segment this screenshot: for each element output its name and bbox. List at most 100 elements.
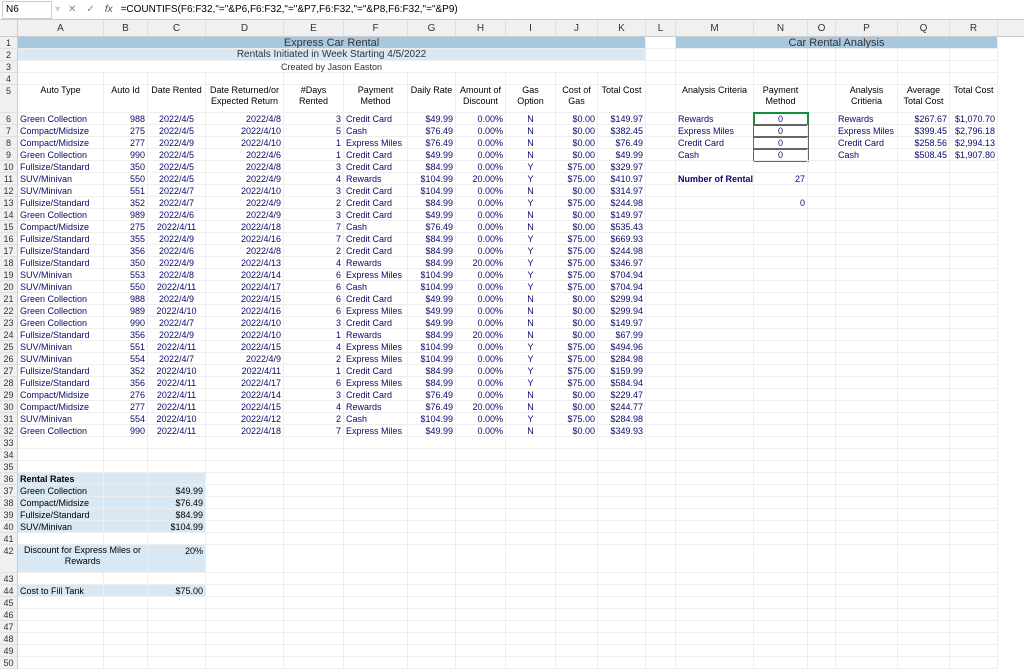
cell[interactable]: 554 <box>104 413 148 425</box>
cell[interactable]: $75.00 <box>556 353 598 365</box>
cell[interactable]: SUV/Minivan <box>18 269 104 281</box>
cell[interactable] <box>148 645 206 657</box>
cell[interactable]: 275 <box>104 221 148 233</box>
cell[interactable] <box>754 449 808 461</box>
cell[interactable] <box>344 449 408 461</box>
cell[interactable] <box>598 509 646 521</box>
cell[interactable]: 0.00% <box>456 305 506 317</box>
cell[interactable] <box>456 473 506 485</box>
cell[interactable] <box>754 485 808 497</box>
cell[interactable] <box>206 533 284 545</box>
row-header[interactable]: 23 <box>0 317 18 329</box>
cell[interactable] <box>836 413 898 425</box>
cell[interactable]: 2022/4/5 <box>148 113 206 125</box>
cell[interactable]: $267.67 <box>898 113 950 125</box>
cell[interactable] <box>646 609 676 621</box>
cell[interactable] <box>408 509 456 521</box>
cell[interactable] <box>754 49 808 61</box>
cell[interactable] <box>18 609 104 621</box>
cell[interactable] <box>754 305 808 317</box>
cell[interactable] <box>950 401 998 413</box>
cell[interactable] <box>556 437 598 449</box>
cell[interactable] <box>344 609 408 621</box>
cell[interactable] <box>950 317 998 329</box>
cell[interactable] <box>646 161 676 173</box>
cell[interactable]: Fullsize/Standard <box>18 245 104 257</box>
cell[interactable]: Credit Card <box>344 149 408 161</box>
cell[interactable] <box>104 585 148 597</box>
cell[interactable]: 20.00% <box>456 329 506 341</box>
row-header[interactable]: 41 <box>0 533 18 545</box>
cell[interactable] <box>950 533 998 545</box>
cell[interactable]: 3 <box>284 161 344 173</box>
cell[interactable] <box>598 621 646 633</box>
cell[interactable] <box>754 209 808 221</box>
cell[interactable] <box>206 657 284 669</box>
cell[interactable] <box>676 49 754 61</box>
cell[interactable]: Credit Card <box>836 137 898 149</box>
cell[interactable]: 20.00% <box>456 401 506 413</box>
cell[interactable] <box>836 461 898 473</box>
cell[interactable] <box>836 633 898 645</box>
cell[interactable] <box>836 377 898 389</box>
cell[interactable]: 0 <box>754 137 808 149</box>
name-box-dropdown[interactable]: ▾ <box>55 4 60 15</box>
cell[interactable] <box>556 645 598 657</box>
cell[interactable] <box>556 597 598 609</box>
cell[interactable] <box>676 329 754 341</box>
cell[interactable]: 2022/4/9 <box>148 293 206 305</box>
cell[interactable] <box>284 497 344 509</box>
cell[interactable]: 7 <box>284 425 344 437</box>
cell[interactable] <box>836 437 898 449</box>
cell[interactable] <box>676 305 754 317</box>
cell[interactable] <box>676 341 754 353</box>
cell[interactable]: $84.99 <box>148 509 206 521</box>
cell[interactable] <box>676 633 754 645</box>
cell[interactable]: 990 <box>104 149 148 161</box>
cell[interactable] <box>898 197 950 209</box>
cell[interactable] <box>950 545 998 573</box>
cell[interactable]: $0.00 <box>556 389 598 401</box>
cell[interactable] <box>754 425 808 437</box>
cell[interactable]: 1 <box>284 329 344 341</box>
cell[interactable]: Y <box>506 269 556 281</box>
col-header[interactable]: J <box>556 20 598 36</box>
cell[interactable]: Y <box>506 377 556 389</box>
cell[interactable] <box>148 437 206 449</box>
cell[interactable]: 20% <box>148 545 206 573</box>
cell[interactable]: $284.98 <box>598 413 646 425</box>
cell[interactable]: Fullsize/Standard <box>18 509 104 521</box>
cell[interactable]: 2022/4/10 <box>206 137 284 149</box>
cell[interactable]: Credit Card <box>344 317 408 329</box>
cell[interactable]: $75.00 <box>556 245 598 257</box>
sheet-title[interactable]: Express Car Rental <box>18 37 646 49</box>
cell[interactable] <box>808 341 836 353</box>
cell[interactable] <box>898 173 950 185</box>
cell[interactable] <box>808 245 836 257</box>
cell[interactable]: $76.49 <box>148 497 206 509</box>
row-header[interactable]: 38 <box>0 497 18 509</box>
cell[interactable]: 2022/4/5 <box>148 173 206 185</box>
cell[interactable] <box>898 473 950 485</box>
row-header[interactable]: 32 <box>0 425 18 437</box>
cell[interactable]: $75.00 <box>556 413 598 425</box>
cell[interactable]: 4 <box>284 173 344 185</box>
cell[interactable] <box>408 485 456 497</box>
row-header[interactable]: 48 <box>0 633 18 645</box>
cell[interactable]: 1 <box>284 137 344 149</box>
cell[interactable] <box>754 461 808 473</box>
cell[interactable]: $704.94 <box>598 269 646 281</box>
cell[interactable] <box>950 585 998 597</box>
cell[interactable]: $508.45 <box>898 149 950 161</box>
cell[interactable]: 356 <box>104 329 148 341</box>
cell[interactable] <box>808 113 836 125</box>
cell[interactable] <box>898 257 950 269</box>
cell[interactable]: N <box>506 209 556 221</box>
cell[interactable]: Average Total Cost <box>898 85 950 113</box>
row-header[interactable]: 30 <box>0 401 18 413</box>
cell[interactable] <box>898 573 950 585</box>
cell[interactable] <box>754 621 808 633</box>
cell[interactable]: Green Collection <box>18 425 104 437</box>
cell[interactable] <box>646 125 676 137</box>
row-header[interactable]: 15 <box>0 221 18 233</box>
